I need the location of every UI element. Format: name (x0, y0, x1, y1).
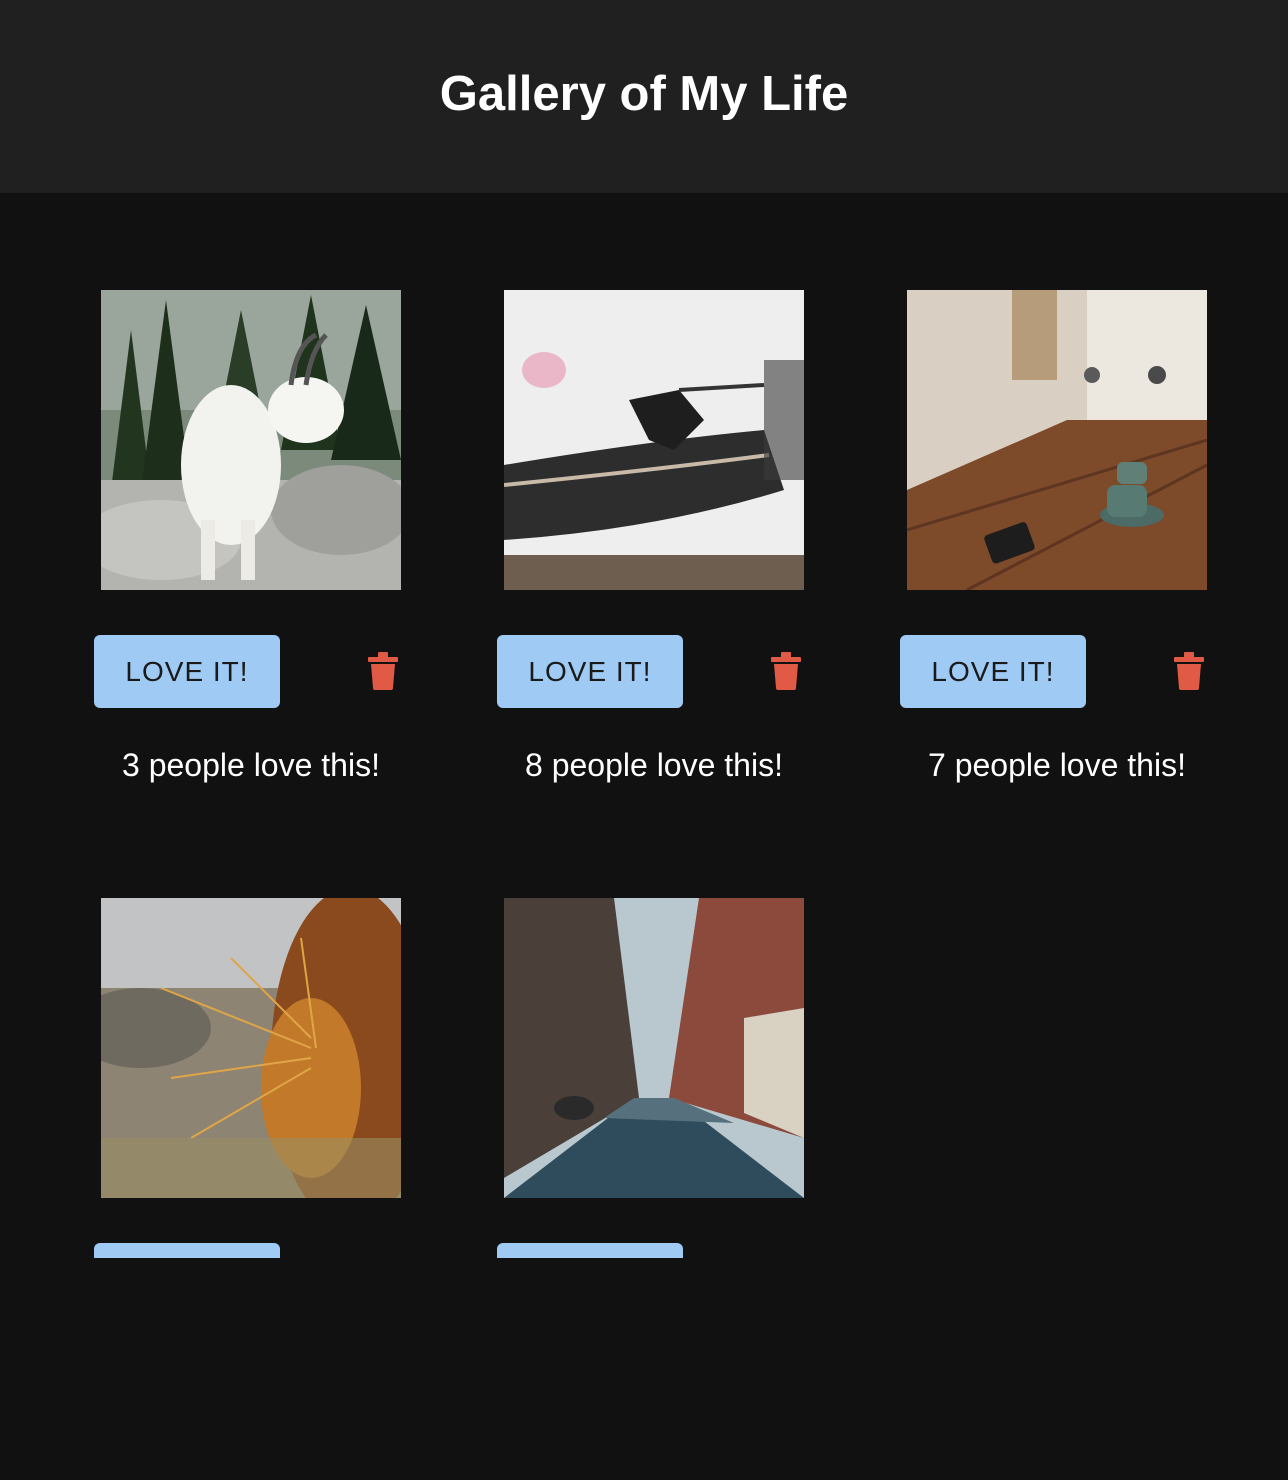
trash-icon[interactable] (368, 652, 398, 690)
love-it-button[interactable]: LOVE IT! (900, 635, 1086, 708)
gallery-card-street (497, 898, 817, 1258)
gallery-card-cafe: LOVE IT! 7 people love this! (900, 290, 1220, 790)
likes-count: 7 people love this! (928, 747, 1186, 783)
love-it-button[interactable] (94, 1243, 280, 1258)
likes-count: 8 people love this! (525, 747, 783, 783)
love-it-button[interactable] (497, 1243, 683, 1258)
gallery-card-goat: LOVE IT! 3 people love this! (94, 290, 414, 790)
city-street-photo (504, 898, 804, 1198)
record-player-photo (504, 290, 804, 590)
page-header: Gallery of My Life (0, 0, 1288, 193)
trash-icon[interactable] (1174, 652, 1204, 690)
gallery-card-record-player: LOVE IT! 8 people love this! (497, 290, 817, 790)
page-title: Gallery of My Life (439, 67, 849, 121)
love-it-button[interactable]: LOVE IT! (94, 635, 280, 708)
trash-icon[interactable] (771, 652, 801, 690)
cactus-closeup-photo (101, 898, 401, 1198)
gallery-card-cactus (94, 898, 414, 1258)
cafe-table-coffee-photo (907, 290, 1207, 590)
goat-photo (101, 290, 401, 590)
likes-count: 3 people love this! (122, 747, 380, 783)
love-it-button[interactable]: LOVE IT! (497, 635, 683, 708)
